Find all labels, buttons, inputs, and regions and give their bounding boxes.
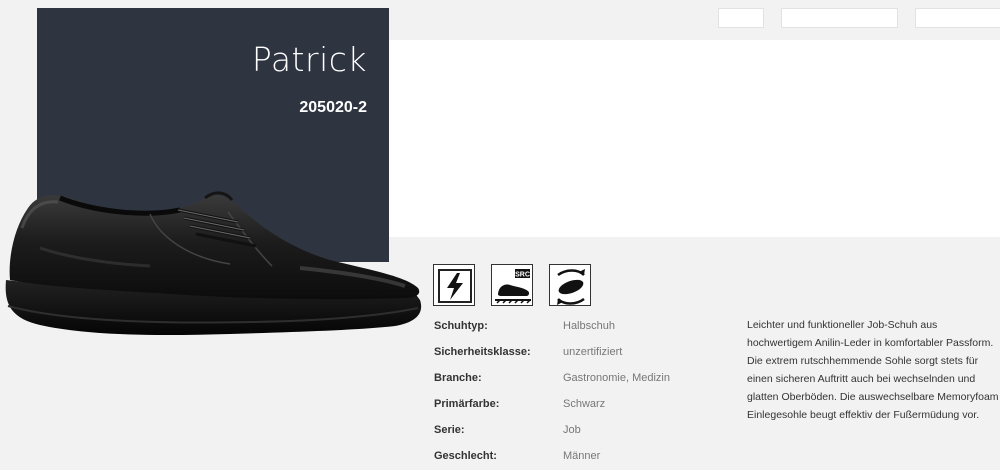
- product-media-area: [388, 40, 1000, 237]
- spec-value: Gastronomie, Medizin: [563, 372, 670, 384]
- spec-value: Männer: [563, 450, 601, 462]
- product-number: 205020-2: [299, 99, 367, 116]
- top-option-button-2[interactable]: [781, 8, 898, 28]
- spec-value: unzertifiziert: [563, 346, 623, 358]
- product-name: Patrick: [251, 40, 367, 79]
- spec-value: Job: [563, 424, 581, 436]
- src-slip-resistance-icon[interactable]: SRC: [491, 264, 533, 306]
- spec-label: Primärfarbe:: [434, 398, 500, 410]
- product-shoe-image[interactable]: [0, 188, 425, 358]
- top-option-button-1[interactable]: [718, 8, 764, 28]
- replaceable-insole-icon[interactable]: [549, 264, 591, 306]
- spec-label: Branche:: [434, 372, 482, 384]
- spec-value: Halbschuh: [563, 320, 615, 332]
- product-description: Leichter und funktioneller Job-Schuh aus…: [747, 319, 999, 421]
- spec-label: Geschlecht:: [434, 450, 497, 462]
- esd-lightning-icon[interactable]: [433, 264, 475, 306]
- top-option-button-3[interactable]: [915, 8, 1000, 28]
- src-label: SRC: [515, 271, 530, 278]
- spec-label: Sicherheitsklasse:: [434, 346, 531, 358]
- spec-label: Schuhtyp:: [434, 320, 488, 332]
- spec-value: Schwarz: [563, 398, 606, 410]
- spec-label: Serie:: [434, 424, 465, 436]
